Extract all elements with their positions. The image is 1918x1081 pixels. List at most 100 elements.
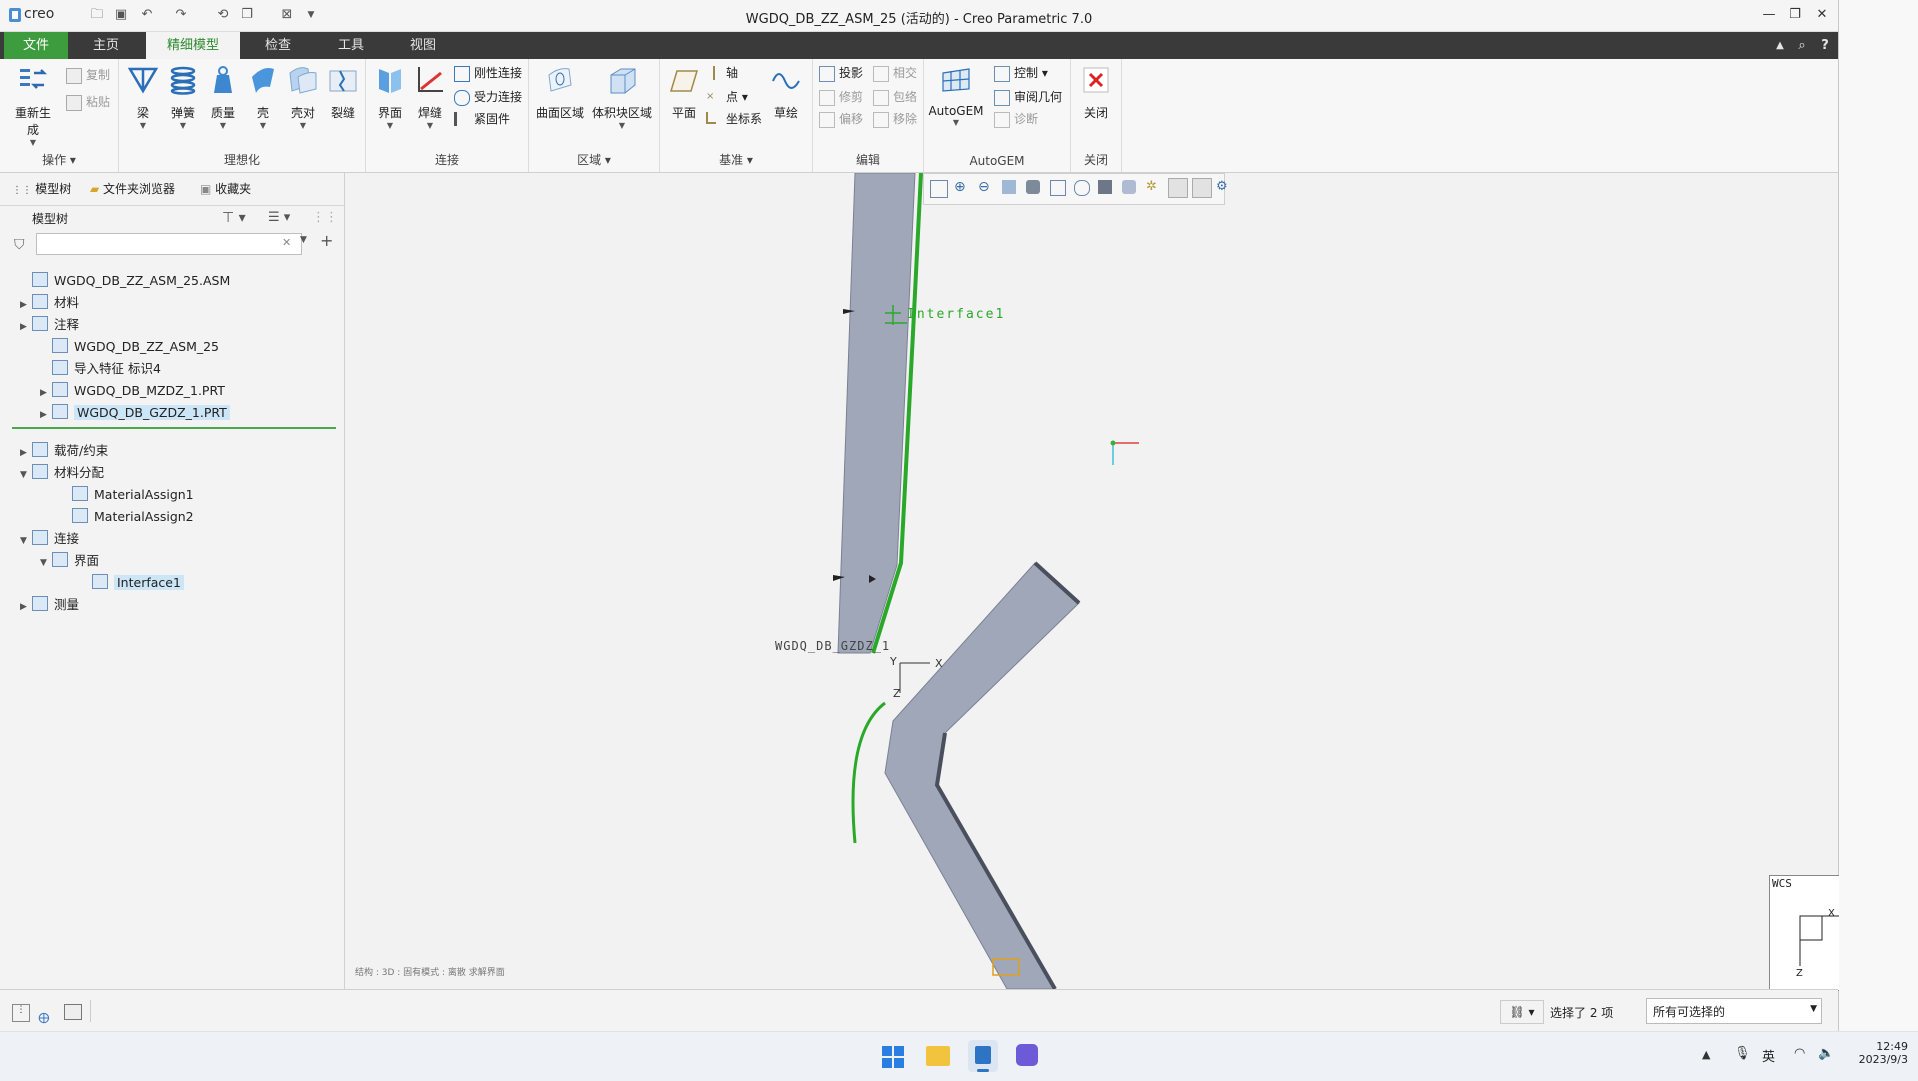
- collapse-arrow-icon[interactable]: ▼: [40, 553, 52, 573]
- close-icon[interactable]: ✕: [1811, 5, 1833, 25]
- clear-filter-icon[interactable]: ✕: [282, 236, 291, 249]
- clock[interactable]: 12:49 2023/9/3: [1852, 1040, 1908, 1066]
- creo-taskbar-icon[interactable]: [968, 1040, 998, 1072]
- tab-tools[interactable]: 工具: [324, 32, 378, 59]
- tab-file[interactable]: 文件: [4, 32, 68, 59]
- collapse-arrow-icon[interactable]: ▼: [20, 465, 32, 485]
- view-manager-icon[interactable]: [1074, 180, 1090, 196]
- simulation-display-icon[interactable]: [1192, 178, 1212, 198]
- review-geometry-button[interactable]: 审阅几何: [994, 87, 1062, 107]
- tree-item[interactable]: ▶ WGDQ_DB_GZDZ_1.PRT: [40, 403, 230, 423]
- volume-icon[interactable]: 🔈: [1818, 1046, 1834, 1061]
- tree-item[interactable]: ▼ 连接: [20, 529, 79, 549]
- app-icon[interactable]: [1016, 1044, 1038, 1066]
- expand-arrow-icon[interactable]: ▶: [40, 383, 52, 403]
- ime-indicator[interactable]: 英: [1762, 1046, 1775, 1065]
- datum-display-icon[interactable]: ✲: [1146, 179, 1157, 194]
- tree-item[interactable]: WGDQ_DB_ZZ_ASM_25: [40, 337, 219, 357]
- group-label-operations[interactable]: 操作 ▾: [0, 151, 118, 168]
- browser-icon[interactable]: 🜨: [38, 1002, 50, 1031]
- refit-icon[interactable]: [930, 180, 948, 198]
- shading-icon[interactable]: [1122, 180, 1136, 194]
- tree-filter-input[interactable]: [36, 233, 302, 255]
- project-button[interactable]: 投影: [819, 63, 863, 83]
- group-label-region[interactable]: 区域 ▾: [529, 151, 659, 168]
- csys-button[interactable]: 坐标系: [706, 109, 762, 129]
- diagnose-button[interactable]: 诊断: [994, 109, 1038, 129]
- sketch-button[interactable]: 草绘: [766, 65, 806, 121]
- tree-item[interactable]: 导入特征 标识4: [40, 359, 161, 379]
- interface-button[interactable]: 界面 ▼: [370, 65, 410, 130]
- wifi-icon[interactable]: ◠: [1794, 1046, 1805, 1061]
- paste-button[interactable]: 粘贴: [66, 92, 110, 112]
- display-style-icon[interactable]: [1026, 180, 1040, 194]
- volume-region-button[interactable]: 体积块区域 ▼: [591, 65, 653, 130]
- minimize-ribbon-icon[interactable]: ▲: [1770, 32, 1790, 59]
- zoom-in-icon[interactable]: ⊕: [954, 179, 966, 195]
- chevron-up-icon[interactable]: ▲: [1702, 1048, 1710, 1061]
- point-button[interactable]: × 点 ▾: [706, 87, 748, 107]
- surface-region-button[interactable]: 曲面区域: [535, 65, 585, 121]
- tree-item[interactable]: WGDQ_DB_ZZ_ASM_25.ASM: [20, 271, 230, 291]
- expand-arrow-icon[interactable]: ▶: [20, 597, 32, 617]
- help-icon[interactable]: ?: [1815, 32, 1835, 59]
- regenerate-button[interactable]: 重新生成 ▼: [10, 65, 56, 147]
- group-label-datum[interactable]: 基准 ▾: [660, 151, 812, 168]
- full-screen-icon[interactable]: [64, 1004, 82, 1020]
- tree-item[interactable]: MaterialAssign2: [60, 507, 194, 527]
- trim-button[interactable]: 修剪: [819, 87, 863, 107]
- tree-item[interactable]: ▶ 注释: [20, 315, 79, 335]
- minimize-icon[interactable]: —: [1758, 5, 1780, 25]
- tree-item[interactable]: ▶ 载荷/约束: [20, 441, 108, 461]
- weighted-link-button[interactable]: 受力连接: [454, 87, 522, 107]
- copy-button[interactable]: 复制: [66, 65, 110, 85]
- tab-inspect[interactable]: 检查: [252, 32, 304, 59]
- tree-item[interactable]: MaterialAssign1: [60, 485, 194, 505]
- saved-orientations-icon[interactable]: [1050, 180, 1066, 196]
- autogem-control-button[interactable]: 控制 ▾: [994, 63, 1048, 83]
- plane-button[interactable]: 平面: [664, 65, 704, 121]
- collapse-arrow-icon[interactable]: ▼: [20, 531, 32, 551]
- intersect-button[interactable]: 相交: [873, 63, 917, 83]
- tree-settings-icon[interactable]: ⊤ ▾: [222, 210, 246, 226]
- expand-arrow-icon[interactable]: ▶: [20, 295, 32, 315]
- shell-pair-button[interactable]: 壳对 ▼: [283, 65, 323, 130]
- wrap-button[interactable]: 包络: [873, 87, 917, 107]
- spring-button[interactable]: 弹簧 ▼: [163, 65, 203, 130]
- expand-arrow-icon[interactable]: ▶: [20, 443, 32, 463]
- show-tree-icon[interactable]: ⋮: [12, 1004, 30, 1022]
- autogem-button[interactable]: AutoGEM ▼: [926, 65, 986, 127]
- fastener-button[interactable]: 紧固件: [454, 109, 510, 129]
- tree-columns-icon[interactable]: ☰ ▾: [268, 210, 290, 225]
- expand-arrow-icon[interactable]: ▶: [20, 317, 32, 337]
- add-filter-icon[interactable]: +: [320, 231, 333, 250]
- zoom-out-icon[interactable]: ⊖: [978, 179, 990, 195]
- tree-item[interactable]: ▶ 测量: [20, 595, 79, 615]
- tab-favorites[interactable]: ▣ 收藏夹: [200, 179, 251, 199]
- annotation-display-icon[interactable]: [1168, 178, 1188, 198]
- tree-item[interactable]: ▼ 材料分配: [20, 463, 104, 483]
- axis-button[interactable]: 轴: [706, 63, 738, 83]
- tab-model-tree[interactable]: ⋮⋮ 模型树: [12, 179, 71, 199]
- tree-item[interactable]: ▶ 材料: [20, 293, 79, 313]
- rigid-link-button[interactable]: 刚性连接: [454, 63, 522, 83]
- offset-button[interactable]: 偏移: [819, 109, 863, 129]
- spin-center-icon[interactable]: ⚙: [1216, 179, 1228, 194]
- close-refine-button[interactable]: 关闭: [1076, 65, 1116, 121]
- weld-button[interactable]: 焊缝 ▼: [410, 65, 450, 130]
- tab-refine-model[interactable]: 精细模型: [146, 32, 240, 59]
- tree-item[interactable]: Interface1: [80, 573, 184, 593]
- start-icon[interactable]: [882, 1046, 904, 1068]
- remove-button[interactable]: 移除: [873, 109, 917, 129]
- tab-folder-browser[interactable]: ▰ 文件夹浏览器: [90, 179, 175, 199]
- file-explorer-icon[interactable]: [926, 1046, 950, 1066]
- expand-arrow-icon[interactable]: ▶: [40, 405, 52, 425]
- shell-button[interactable]: 壳 ▼: [243, 65, 283, 130]
- tree-item[interactable]: ▶ WGDQ_DB_MZDZ_1.PRT: [40, 381, 225, 401]
- find-icon[interactable]: ⛓ ▾: [1500, 1000, 1544, 1024]
- mass-button[interactable]: 质量 ▼: [203, 65, 243, 130]
- tree-item[interactable]: ▼ 界面: [40, 551, 99, 571]
- repaint-icon[interactable]: [1002, 180, 1016, 194]
- filter-dropdown-icon[interactable]: ▼: [300, 235, 307, 245]
- crack-button[interactable]: 裂缝: [323, 65, 363, 121]
